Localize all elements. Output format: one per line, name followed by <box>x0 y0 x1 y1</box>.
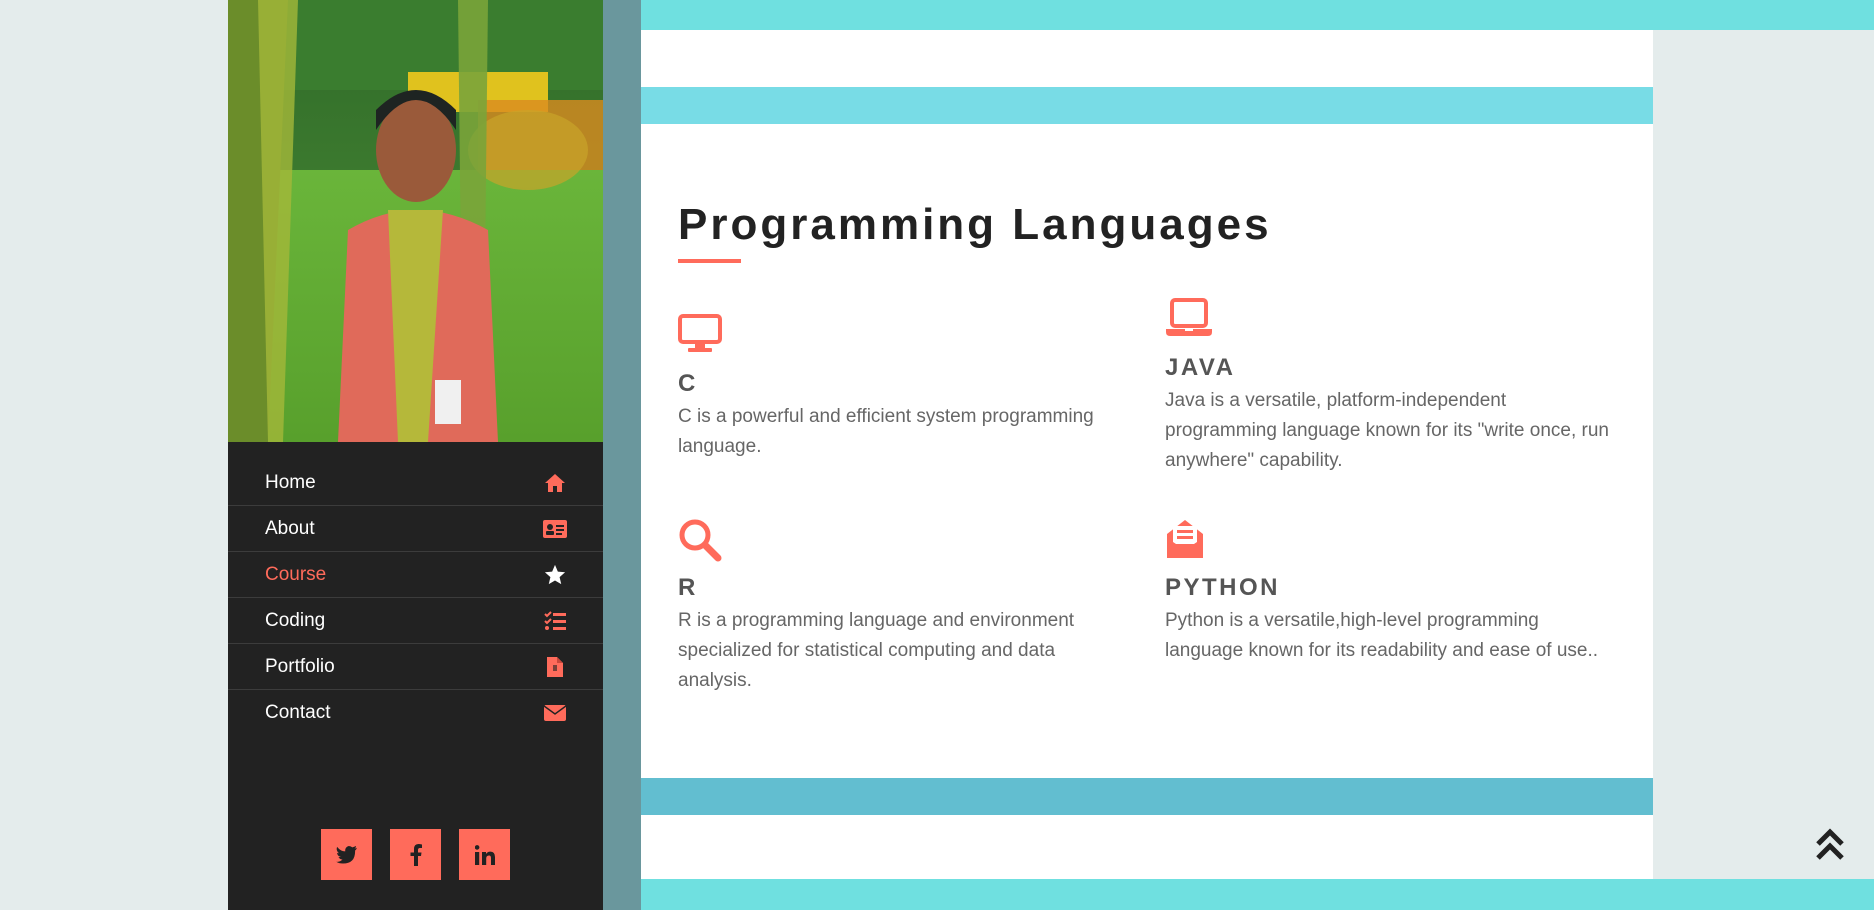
nav-label: About <box>265 517 315 539</box>
nav-item-contact[interactable]: Contact <box>228 690 603 736</box>
social-links <box>321 829 510 880</box>
section-band-lower <box>641 778 1653 815</box>
feature-title: R <box>678 574 698 601</box>
laptop-icon <box>1165 298 1213 344</box>
nav-item-coding[interactable]: Coding <box>228 598 603 644</box>
home-icon <box>543 471 567 495</box>
feature-text: Java is a versatile, platform-independen… <box>1165 390 1609 471</box>
feature-java: JAVA Java is a versatile, platform-indep… <box>1165 298 1615 476</box>
nav-item-about[interactable]: About <box>228 506 603 552</box>
feature-python: PYTHON Python is a versatile,high-level … <box>1165 518 1615 666</box>
nav-label: Contact <box>265 702 331 723</box>
facebook-button[interactable] <box>390 829 441 880</box>
facebook-icon <box>410 843 422 866</box>
envelope-open-icon <box>1165 518 1213 564</box>
feature-r: R R is a programming language and enviro… <box>678 518 1128 696</box>
nav-label: Course <box>265 563 327 585</box>
linkedin-button[interactable] <box>459 829 510 880</box>
twitter-icon <box>335 845 357 864</box>
nav-label: Coding <box>265 609 326 631</box>
sidebar-edge-strip <box>603 0 641 910</box>
feature-text: R is a programming language and environm… <box>678 610 1075 691</box>
search-icon <box>678 518 726 564</box>
id-card-icon <box>543 517 567 541</box>
nav-item-home[interactable]: Home <box>228 460 603 506</box>
star-icon <box>543 563 567 587</box>
main-nav: Home About Course Coding Portfolio Conta… <box>228 460 603 736</box>
scroll-to-top-button[interactable] <box>1815 826 1845 862</box>
double-chevron-up-icon <box>1816 828 1844 860</box>
desktop-icon <box>678 314 726 360</box>
feature-c: C C is a powerful and efficient system p… <box>678 314 1128 462</box>
twitter-button[interactable] <box>321 829 372 880</box>
feature-text: Python is a versatile,high-level program… <box>1165 610 1599 661</box>
title-underline <box>678 259 741 263</box>
tasks-icon <box>543 609 567 633</box>
linkedin-icon <box>474 844 495 865</box>
feature-title: PYTHON <box>1165 574 1281 601</box>
profile-photo <box>228 0 603 442</box>
nav-item-portfolio[interactable]: Portfolio <box>228 644 603 690</box>
section-band-upper <box>641 87 1653 124</box>
nav-label: Portfolio <box>265 655 335 677</box>
bottom-band <box>641 879 1874 910</box>
nav-label: Home <box>265 471 316 493</box>
feature-text: C is a powerful and efficient system pro… <box>678 406 1094 457</box>
nav-item-course[interactable]: Course <box>228 552 603 598</box>
feature-title: C <box>678 370 698 397</box>
top-band <box>641 0 1874 30</box>
envelope-icon <box>543 701 567 725</box>
section-title: Programming Languages <box>678 200 1272 249</box>
sidebar: Home About Course Coding Portfolio Conta… <box>228 0 603 910</box>
file-icon <box>543 655 567 679</box>
feature-title: JAVA <box>1165 354 1236 381</box>
